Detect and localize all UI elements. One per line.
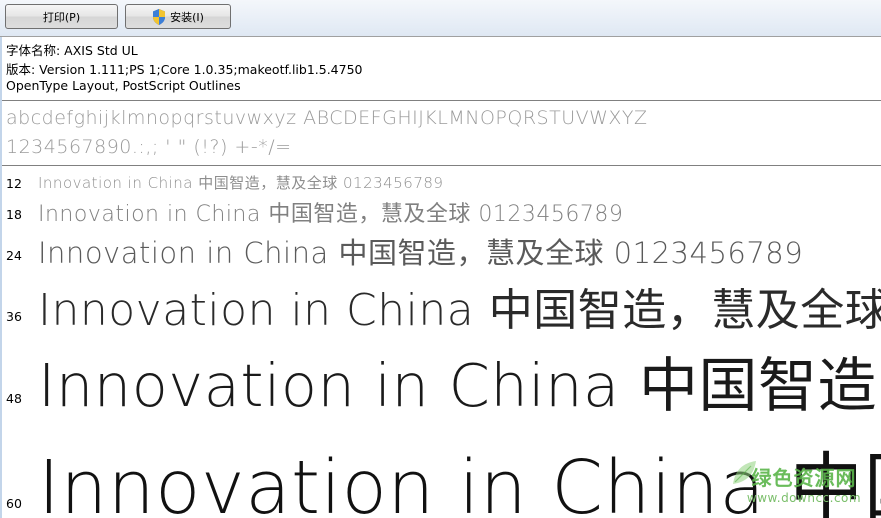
sample-row-48: 48 Innovation in China 中国智造，慧及全球 0123456… <box>0 334 881 414</box>
sample-row-18: 18 Innovation in China 中国智造，慧及全球 0123456… <box>0 194 881 228</box>
sample-text: Innovation in China 中国智造，慧及全球 0123456789 <box>38 351 881 414</box>
charset-alphabet: abcdefghijklmnopqrstuvwxyz ABCDEFGHIJKLM… <box>6 107 648 129</box>
sample-size-label: 12 <box>6 176 22 191</box>
charset-numbers-symbols: 1234567890.:,; ' " (!?) +-*/= <box>6 136 292 158</box>
font-version-text: 版本: Version 1.111;PS 1;Core 1.0.35;makeo… <box>6 62 363 77</box>
separator <box>2 100 881 101</box>
sample-size-label: 24 <box>6 248 22 263</box>
sample-size-label: 48 <box>6 391 22 406</box>
site-watermark: 绿色资源网 www.downcc.com <box>733 461 875 514</box>
separator <box>2 165 881 166</box>
uac-shield-icon <box>152 8 166 25</box>
font-outline-text: OpenType Layout, PostScript Outlines <box>6 78 241 93</box>
sample-size-label: 36 <box>6 309 22 324</box>
watermark-url: www.downcc.com <box>746 491 862 505</box>
print-button-label: 打印(P) <box>42 10 81 24</box>
print-button[interactable]: 打印(P) <box>5 4 118 29</box>
sample-row-24: 24 Innovation in China 中国智造，慧及全球 0123456… <box>0 228 881 272</box>
sample-row-12: 12 Innovation in China 中国智造，慧及全球 0123456… <box>0 170 881 194</box>
sample-size-label: 18 <box>6 207 22 222</box>
sample-text: Innovation in China 中国智造，慧及全球 0123456789 <box>38 202 624 227</box>
install-button-label: 安装(I) <box>170 10 204 24</box>
install-button[interactable]: 安装(I) <box>125 4 231 29</box>
toolbar: 打印(P) 安装(I) <box>0 0 881 37</box>
sample-text: Innovation in China 中国智造，慧及全球 0123456789 <box>38 174 444 192</box>
watermark-title: 绿色资源网 <box>751 466 857 490</box>
font-name-text: 字体名称: AXIS Std UL <box>6 43 138 58</box>
sample-size-label: 60 <box>6 496 22 511</box>
sample-text: Innovation in China 中国智造，慧及全球 0123456789 <box>38 236 804 270</box>
sample-row-36: 36 Innovation in China 中国智造，慧及全球 0123456… <box>0 272 881 334</box>
sample-text: Innovation in China 中国智造，慧及全球 0123456789 <box>38 285 881 334</box>
